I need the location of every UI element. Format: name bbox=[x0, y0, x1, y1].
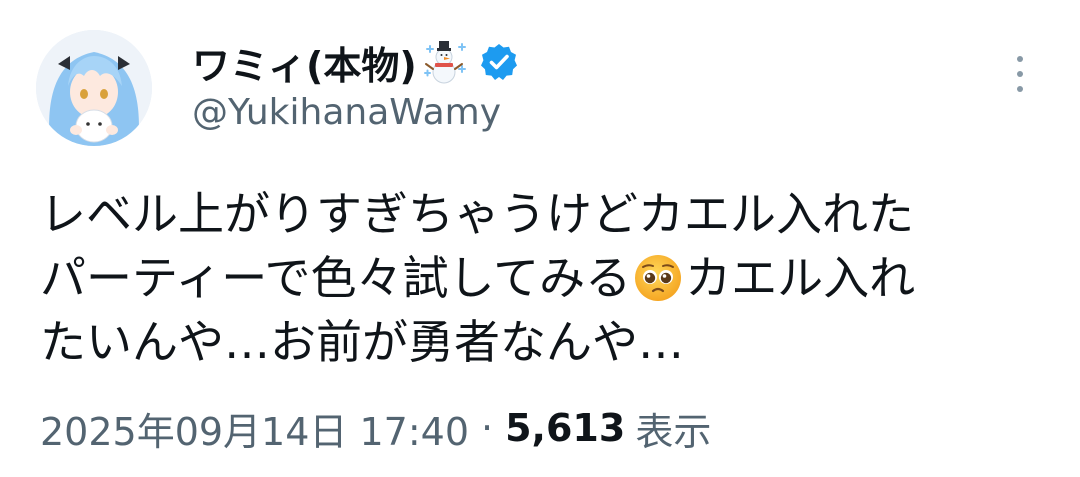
more-dot bbox=[1017, 56, 1023, 62]
tweet-text-line-1: レベル上がりすぎちゃうけどカエル入れた bbox=[40, 187, 914, 241]
view-count: 5,613 bbox=[505, 406, 626, 450]
verified-badge-icon[interactable] bbox=[479, 42, 519, 82]
tweet-text: レベル上がりすぎちゃうけどカエル入れた パーティーで色々試してみる カエル入れ … bbox=[40, 182, 1050, 374]
user-handle[interactable]: @YukihanaWamy bbox=[192, 92, 501, 133]
timestamp[interactable]: 2025年09月14日 17:40 bbox=[40, 401, 469, 456]
more-dot bbox=[1017, 71, 1023, 77]
more-vertical-icon[interactable] bbox=[1002, 52, 1038, 96]
display-name-row: ワミィ(本物) bbox=[192, 36, 519, 88]
avatar[interactable] bbox=[36, 30, 152, 146]
tweet-meta: 2025年09月14日 17:40 · 5,613 表示 bbox=[40, 400, 711, 456]
snowman-icon bbox=[421, 39, 467, 85]
tweet-text-line-3: たいんや…お前が勇者なんや… bbox=[40, 315, 684, 369]
tweet-card[interactable]: ワミィ(本物) @YukihanaWamy レベル上がりすぎちゃうけどカエル入れ… bbox=[0, 0, 1080, 477]
display-name[interactable]: ワミィ(本物) bbox=[192, 35, 417, 90]
pleading-face-icon bbox=[633, 253, 683, 303]
more-dot bbox=[1017, 86, 1023, 92]
tweet-text-segment: パーティーで色々試してみる bbox=[40, 251, 632, 305]
view-label: 表示 bbox=[635, 409, 712, 454]
tweet-text-line-2: パーティーで色々試してみる カエル入れ bbox=[40, 246, 1050, 310]
meta-separator: · bbox=[481, 406, 494, 450]
tweet-text-segment: カエル入れ bbox=[685, 251, 916, 305]
